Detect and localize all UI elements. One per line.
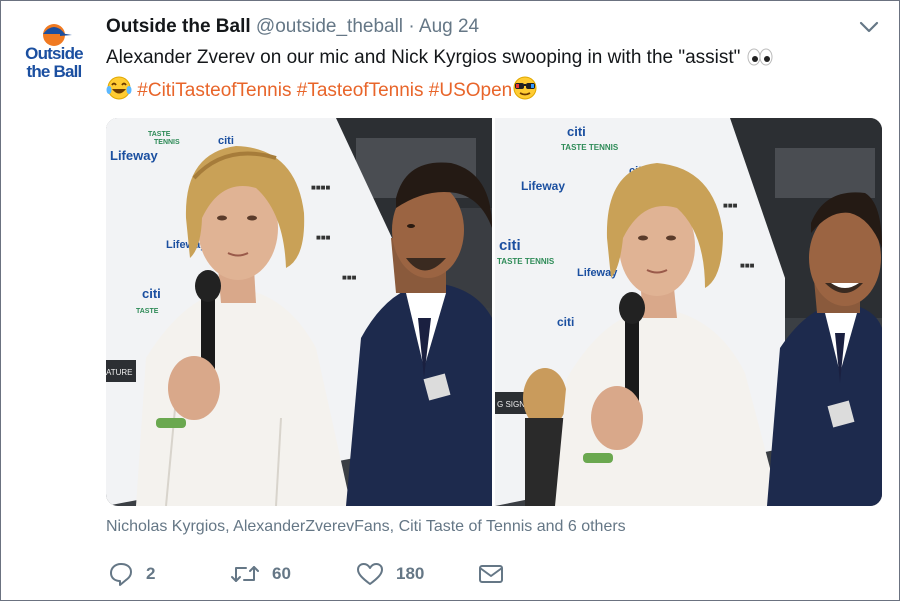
retweet-icon: [231, 566, 259, 582]
tweet-text-main: Alexander Zverev on our mic and Nick Kyr…: [106, 47, 741, 68]
reply-count: 2: [146, 564, 156, 583]
avatar-text-line1: Outside: [25, 44, 83, 63]
envelope-icon: [479, 565, 503, 583]
svg-text:TENNIS: TENNIS: [154, 139, 180, 146]
direct-message-button[interactable]: [478, 560, 504, 588]
header-separator: ·: [408, 16, 415, 37]
retweet-button[interactable]: 60: [230, 560, 291, 588]
reply-icon: [110, 563, 132, 586]
svg-text:■■■■: ■■■■: [311, 183, 330, 192]
liked-by-text[interactable]: Nicholas Kyrgios, AlexanderZverevFans, C…: [106, 516, 626, 538]
backdrop-logo: citi: [142, 286, 161, 301]
backdrop-logo: TASTE TENNIS: [497, 257, 555, 266]
avatar-text-line2: the Ball: [26, 62, 82, 81]
backdrop-logo: ATURE: [106, 368, 133, 377]
backdrop-logo: citi: [557, 315, 574, 329]
svg-text:citi: citi: [218, 135, 234, 147]
svg-text:■■■: ■■■: [342, 273, 357, 282]
tweet-photo-left[interactable]: Lifeway TASTE TENNIS citi Lifeway citi T…: [106, 118, 492, 506]
svg-text:TASTE: TASTE: [148, 131, 171, 138]
backdrop-logo: Lifeway: [521, 179, 565, 193]
author-handle[interactable]: @outside_theball: [256, 16, 403, 37]
sunglasses-emoji-icon: [512, 76, 538, 109]
tweet-header: Outside the Ball @outside_theball · Aug …: [106, 15, 479, 39]
backdrop-logo: Lifeway: [110, 148, 158, 163]
tweet-photo-right[interactable]: citi TASTE TENNIS Lifeway citi citi TAST…: [495, 118, 882, 506]
reply-button[interactable]: 2: [108, 560, 155, 588]
hashtag-link[interactable]: #TasteofTennis: [297, 80, 424, 101]
like-button[interactable]: 180: [356, 560, 424, 588]
eyes-emoji-icon: [746, 47, 774, 76]
backdrop-logo: TASTE TENNIS: [561, 143, 619, 152]
laughing-tears-emoji-icon: [106, 76, 132, 109]
backdrop-logo: citi: [499, 237, 521, 254]
tweet-date[interactable]: Aug 24: [419, 16, 479, 37]
avatar[interactable]: Outside the Ball: [16, 18, 92, 88]
chevron-down-icon[interactable]: [858, 18, 880, 36]
svg-text:■■■: ■■■: [740, 261, 755, 270]
tweet-text: Alexander Zverev on our mic and Nick Kyr…: [106, 44, 886, 109]
author-name[interactable]: Outside the Ball: [106, 16, 251, 37]
hashtag-link[interactable]: #USOpen: [429, 80, 512, 101]
svg-text:■■■: ■■■: [723, 201, 738, 210]
svg-text:■■■: ■■■: [316, 233, 331, 242]
like-count: 180: [396, 564, 425, 583]
heart-icon: [357, 563, 383, 585]
backdrop-logo: citi: [567, 124, 586, 139]
retweet-count: 60: [272, 564, 291, 583]
hashtag-link[interactable]: #CitiTasteofTennis: [137, 80, 291, 101]
svg-text:TASTE: TASTE: [136, 308, 159, 315]
